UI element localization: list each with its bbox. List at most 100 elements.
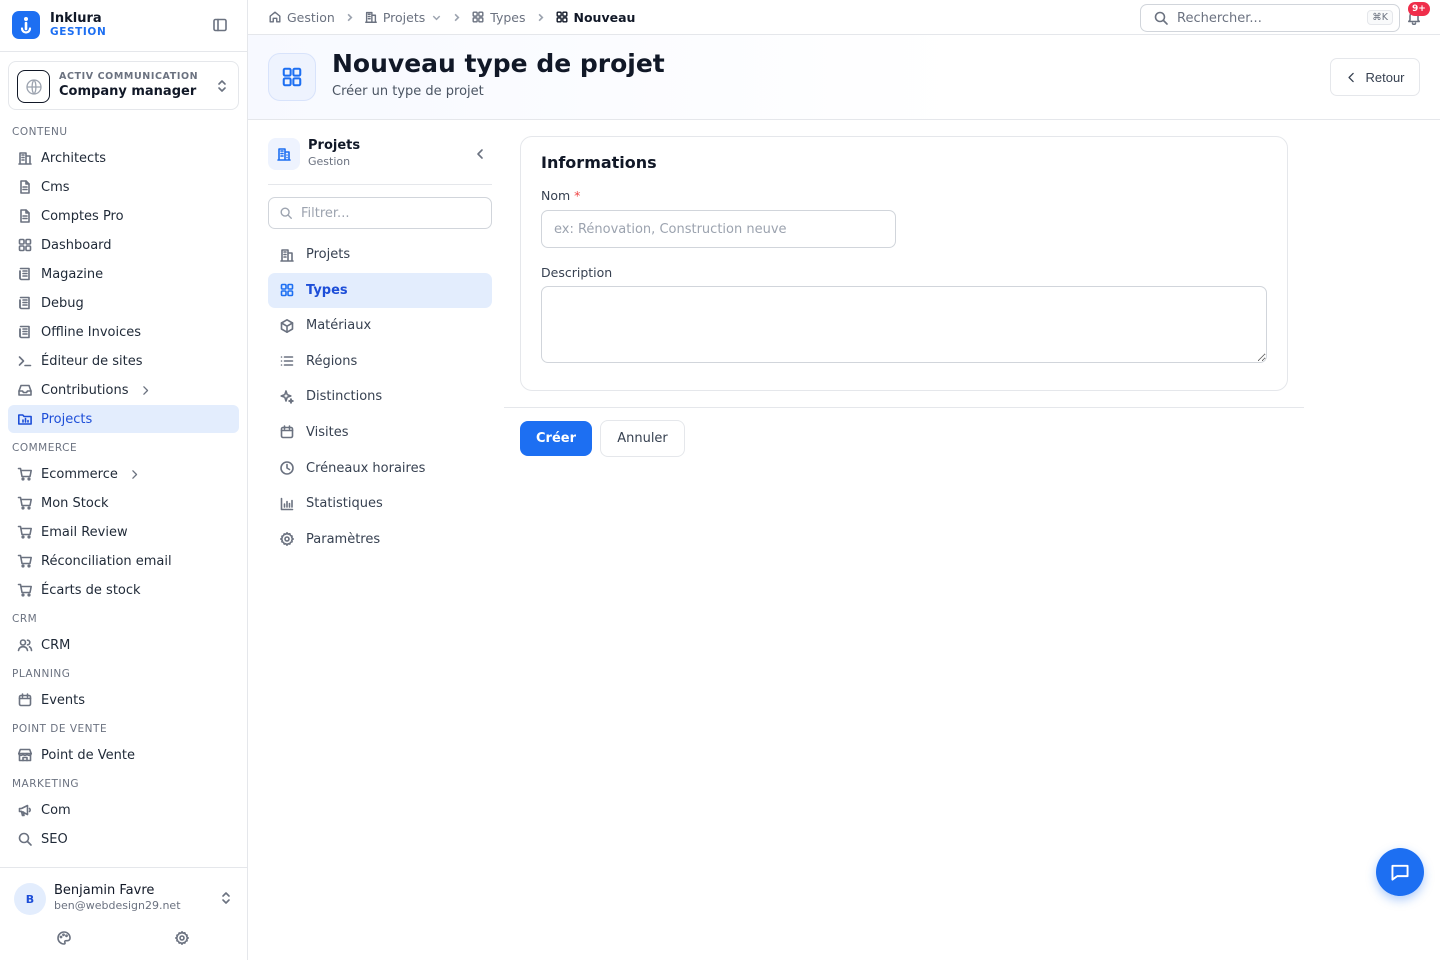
sidebar-item-email-review[interactable]: Email Review: [8, 518, 239, 546]
module-item-statistiques[interactable]: Statistiques: [268, 486, 492, 521]
sidebar-item-magazine[interactable]: Magazine: [8, 260, 239, 288]
chevron-left-icon[interactable]: [472, 146, 488, 162]
avatar[interactable]: B: [14, 883, 46, 915]
chat-button[interactable]: [1376, 848, 1424, 896]
sidebar-item-contributions[interactable]: Contributions: [8, 376, 239, 404]
folder-chart-icon: [17, 411, 33, 427]
cancel-button[interactable]: Annuler: [600, 420, 685, 457]
sidebar-item-ecarts-de-stock[interactable]: Écarts de stock: [8, 576, 239, 604]
sidebar-item-debug[interactable]: Debug: [8, 289, 239, 317]
filter-input[interactable]: [301, 205, 471, 221]
global-search[interactable]: ⌘K: [1140, 4, 1400, 32]
sidebar-item-seo[interactable]: SEO: [8, 825, 239, 853]
search-icon: [17, 831, 33, 847]
gear-icon[interactable]: [174, 930, 190, 946]
sidebar-item-label: Éditeur de sites: [41, 353, 143, 369]
calendar-icon: [17, 692, 33, 708]
page-header: Nouveau type de projet Créer un type de …: [248, 35, 1440, 120]
sidebar-item-offline-invoices[interactable]: Offline Invoices: [8, 318, 239, 346]
sidebar-item-architects[interactable]: Architects: [8, 144, 239, 172]
module-item-label: Créneaux horaires: [306, 460, 426, 476]
sidebar-item-reconciliation-email[interactable]: Réconciliation email: [8, 547, 239, 575]
newspaper-icon: [17, 324, 33, 340]
module-item-regions[interactable]: Régions: [268, 344, 492, 379]
chat-icon: [1389, 861, 1411, 883]
breadcrumb: Gestion Projets Types Nouveau: [268, 0, 635, 34]
module-item-visites[interactable]: Visites: [268, 415, 492, 450]
sidebar-toggle-icon[interactable]: [212, 17, 228, 33]
sidebar-item-events[interactable]: Events: [8, 686, 239, 714]
module-item-creneaux-horaires[interactable]: Créneaux horaires: [268, 451, 492, 486]
sidebar-item-label: Ecommerce: [41, 466, 118, 482]
sidebar-item-crm[interactable]: CRM: [8, 631, 239, 659]
search-shortcut: ⌘K: [1367, 10, 1393, 25]
sidebar-item-label: Mon Stock: [41, 495, 109, 511]
module-filter[interactable]: [268, 197, 492, 229]
chevron-down-icon[interactable]: [431, 12, 442, 23]
sidebar-item-label: Comptes Pro: [41, 208, 124, 224]
sidebar-item-label: Events: [41, 692, 86, 708]
sidebar-item-projects[interactable]: Projects: [8, 405, 239, 433]
module-subtitle: Gestion: [308, 155, 351, 168]
required-marker: *: [574, 188, 581, 203]
sidebar-item-cms[interactable]: Cms: [8, 173, 239, 201]
sidebar-item-mon-stock[interactable]: Mon Stock: [8, 489, 239, 517]
breadcrumb-separator-icon: [535, 12, 546, 23]
palette-icon[interactable]: [56, 930, 72, 946]
breadcrumb-nouveau: Nouveau: [555, 10, 635, 25]
back-button-label: Retour: [1365, 69, 1405, 85]
breadcrumb-gestion[interactable]: Gestion: [268, 10, 335, 25]
sidebar-nav: CONTENU Architects Cms Comptes Pro Dashboard…: [0, 118, 247, 868]
sidebar-item-dashboard[interactable]: Dashboard: [8, 231, 239, 259]
sidebar-item-com[interactable]: Com: [8, 796, 239, 824]
create-button[interactable]: Créer: [520, 421, 592, 456]
module-panel: Projets Gestion Projets Types Matériaux Rég…: [268, 138, 492, 547]
breadcrumb-projets[interactable]: Projets: [364, 10, 442, 25]
file-icon: [17, 179, 33, 195]
user-name: Benjamin Favre: [54, 883, 155, 898]
nom-input[interactable]: [541, 210, 896, 248]
user-panel: B Benjamin Favre ben@webdesign29.net: [0, 867, 247, 960]
description-textarea[interactable]: [541, 286, 1267, 363]
calendar-icon: [279, 424, 295, 440]
sidebar: Inklura GESTION ACTIV COMMUNICATION Comp…: [0, 0, 248, 960]
newspaper-icon: [17, 295, 33, 311]
module-item-materiaux[interactable]: Matériaux: [268, 308, 492, 343]
sidebar-item-point-de-vente[interactable]: Point de Vente: [8, 741, 239, 769]
back-button[interactable]: Retour: [1330, 58, 1420, 96]
search-input[interactable]: [1177, 10, 1357, 26]
breadcrumb-types[interactable]: Types: [471, 9, 526, 25]
sidebar-item-label: Email Review: [41, 524, 128, 540]
nom-label-text: Nom: [541, 188, 571, 203]
nom-label: Nom *: [541, 188, 580, 203]
cart-icon: [17, 553, 33, 569]
module-item-distinctions[interactable]: Distinctions: [268, 379, 492, 414]
megaphone-icon: [17, 802, 33, 818]
clock-icon: [279, 460, 295, 476]
org-kicker: ACTIV COMMUNICATION: [59, 71, 199, 82]
building-icon: [17, 150, 33, 166]
breadcrumb-label: Types: [490, 9, 526, 25]
sidebar-item-label: Debug: [41, 295, 84, 311]
gear-icon: [279, 531, 295, 547]
terminal-icon: [17, 353, 33, 369]
sidebar-item-label: Magazine: [41, 266, 104, 282]
module-item-projets[interactable]: Projets: [268, 237, 492, 272]
breadcrumb-label: Gestion: [287, 9, 335, 25]
module-item-parametres[interactable]: Paramètres: [268, 522, 492, 557]
breadcrumb-label: Projets: [382, 9, 426, 25]
sidebar-item-label: Écarts de stock: [41, 582, 141, 598]
sparkles-icon: [279, 389, 295, 405]
search-icon: [279, 206, 293, 220]
brand-logo-icon[interactable]: [12, 11, 40, 39]
sidebar-item-comptes-pro[interactable]: Comptes Pro: [8, 202, 239, 230]
brand-subtitle: GESTION: [50, 26, 107, 38]
sidebar-item-editeur-de-sites[interactable]: Éditeur de sites: [8, 347, 239, 375]
form-divider: [504, 407, 1304, 408]
sidebar-item-ecommerce[interactable]: Ecommerce: [8, 460, 239, 488]
grid-icon: [279, 282, 295, 298]
newspaper-icon: [17, 266, 33, 282]
module-item-types[interactable]: Types: [268, 272, 492, 308]
chevron-up-down-icon[interactable]: [218, 890, 234, 906]
org-switcher[interactable]: ACTIV COMMUNICATION Company manager: [8, 61, 239, 110]
